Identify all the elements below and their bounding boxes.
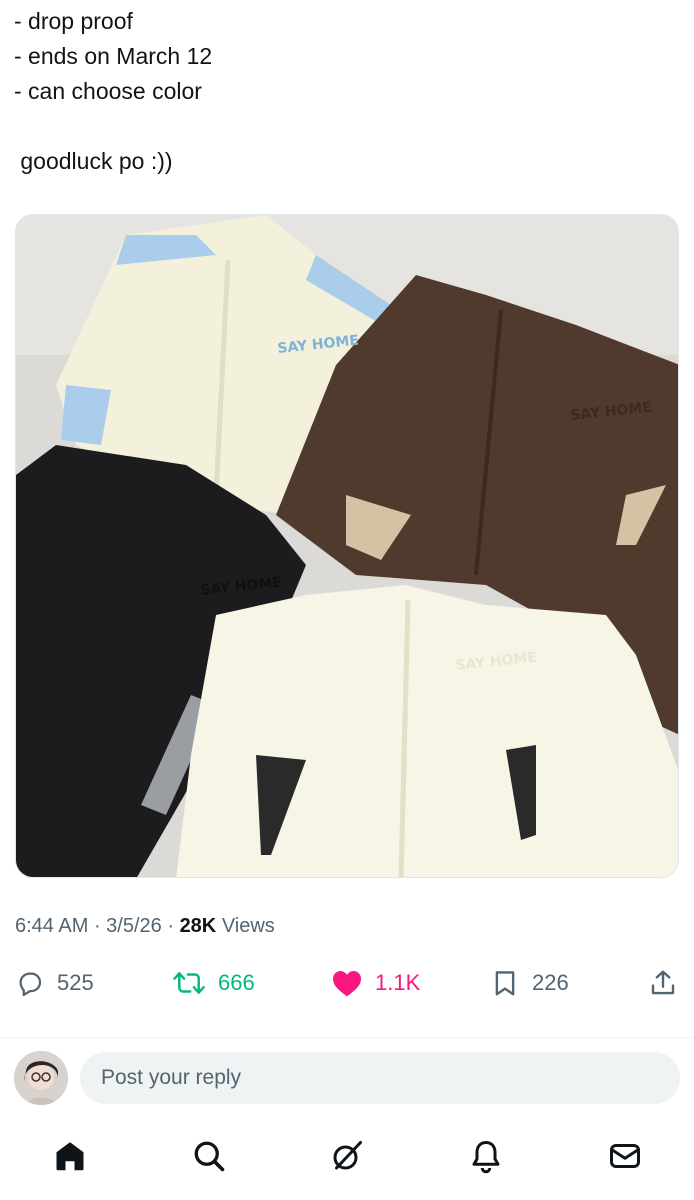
- repost-button[interactable]: 666: [172, 960, 255, 1006]
- post-line: goodluck po :)): [14, 148, 173, 174]
- reply-icon: [15, 968, 45, 998]
- bottom-tab-bar: [0, 1128, 694, 1200]
- messages-icon: [607, 1138, 643, 1179]
- tab-search[interactable]: [189, 1138, 229, 1178]
- reply-button[interactable]: 525: [15, 960, 94, 1006]
- search-icon: [191, 1138, 227, 1179]
- meta-separator: ·: [161, 915, 180, 937]
- avatar[interactable]: [14, 1051, 68, 1105]
- post-time: 6:44 AM: [15, 915, 89, 937]
- post-line: - can choose color: [14, 78, 202, 104]
- share-button[interactable]: [648, 960, 678, 1006]
- views-label: Views: [216, 915, 275, 937]
- action-bar: 525 666 1.1K 226: [15, 960, 679, 1006]
- tab-grok[interactable]: [327, 1138, 367, 1178]
- post-image[interactable]: SAY HOME SAY HOME SAY HOME SAY HOME: [15, 214, 679, 878]
- like-button[interactable]: 1.1K: [331, 960, 420, 1006]
- post-line: - ends on March 12: [14, 43, 213, 69]
- home-icon: [52, 1138, 88, 1179]
- grok-icon: [329, 1138, 365, 1179]
- bookmark-count: 226: [532, 970, 569, 995]
- notifications-icon: [468, 1138, 504, 1179]
- post-line-blank: [14, 109, 674, 144]
- bookmark-icon: [490, 968, 520, 998]
- tab-messages[interactable]: [605, 1138, 645, 1178]
- reply-count: 525: [57, 970, 94, 995]
- bookmark-button[interactable]: 226: [490, 960, 569, 1006]
- post-text: - drop proof - ends on March 12 - can ch…: [14, 4, 674, 179]
- repost-count: 666: [218, 970, 255, 995]
- reply-composer: [0, 1046, 694, 1110]
- post-date: 3/5/26: [106, 915, 162, 937]
- post-meta: 6:44 AM · 3/5/26 · 28K Views: [15, 915, 275, 938]
- heart-icon: [331, 968, 363, 998]
- share-icon: [648, 968, 678, 998]
- tab-home[interactable]: [50, 1138, 90, 1178]
- meta-separator: ·: [88, 915, 107, 937]
- views-count[interactable]: 28K: [180, 915, 217, 937]
- tab-notifications[interactable]: [466, 1138, 506, 1178]
- reply-input[interactable]: [80, 1052, 680, 1104]
- like-count: 1.1K: [375, 970, 421, 995]
- post-line: - drop proof: [14, 8, 133, 34]
- divider: [0, 1037, 694, 1038]
- repost-icon: [172, 968, 206, 998]
